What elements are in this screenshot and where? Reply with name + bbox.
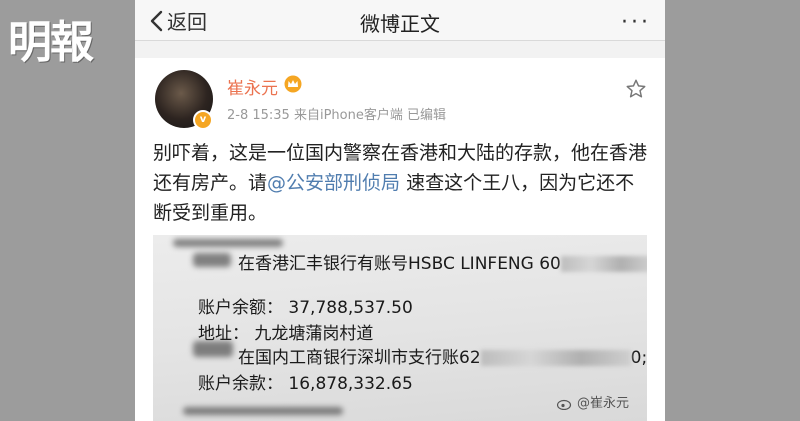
more-options-icon[interactable]: ··· bbox=[621, 10, 651, 35]
page-title: 微博正文 bbox=[360, 12, 440, 36]
right-backdrop bbox=[665, 0, 800, 421]
photo-smudge bbox=[173, 239, 283, 247]
photo-line-balance1: 账户余额： 37,788,537.50 bbox=[198, 298, 413, 318]
photo-line-icbc: 在国内工商银行深圳市支行账62 0; bbox=[238, 343, 647, 368]
photo-line-hsbc: 在香港汇丰银行有账号HSBC LINFENG 608; bbox=[238, 249, 647, 274]
navigation-bar: 返回 微博正文 ··· bbox=[135, 0, 665, 41]
verified-badge-icon: v bbox=[193, 110, 213, 130]
weibo-watermark: @崔永元 bbox=[556, 392, 629, 411]
watermark-text: @崔永元 bbox=[576, 396, 629, 411]
username: 崔永元 bbox=[227, 79, 278, 99]
weibo-logo-icon bbox=[556, 399, 571, 410]
post-text: 别吓着，这是一位国内警察在香港和大陆的存款，他在香港还有房产。请@公安部刑侦局 … bbox=[153, 138, 653, 228]
redacted-digits bbox=[560, 256, 647, 272]
username-link[interactable]: 崔永元 bbox=[227, 74, 303, 99]
left-backdrop: 明報 bbox=[0, 0, 135, 421]
redacted-digits bbox=[480, 350, 631, 366]
photo-smudge bbox=[183, 407, 343, 415]
post-meta: 2-8 15:35 来自iPhone客户端 已编辑 bbox=[227, 108, 446, 123]
post-card: v 崔永元 2-8 15:35 来自iPhone客户端 已编辑 别吓着，这是一位… bbox=[135, 58, 665, 421]
photo-line-balance2: 账户余款： 16,878,332.65 bbox=[198, 374, 413, 394]
crown-icon bbox=[283, 75, 303, 98]
weibo-screen: 返回 微博正文 ··· v 崔永元 2-8 15:35 来自iPhone客户端 … bbox=[135, 0, 665, 421]
favorite-star-icon[interactable] bbox=[625, 78, 647, 104]
photo-line-icbc-end: 0; bbox=[630, 348, 647, 368]
photo-line-hsbc-text: 在香港汇丰银行有账号HSBC LINFENG 60 bbox=[238, 254, 561, 274]
photo-smudge bbox=[193, 253, 231, 267]
mingpao-logo: 明報 bbox=[8, 17, 94, 68]
photo-line-icbc-text: 在国内工商银行深圳市支行账62 bbox=[238, 348, 481, 368]
photo-smudge bbox=[193, 341, 233, 357]
post-image[interactable]: 在香港汇丰银行有账号HSBC LINFENG 608; 账户余额： 37,788… bbox=[153, 235, 647, 421]
mention-link[interactable]: @公安部刑侦局 bbox=[267, 172, 400, 194]
